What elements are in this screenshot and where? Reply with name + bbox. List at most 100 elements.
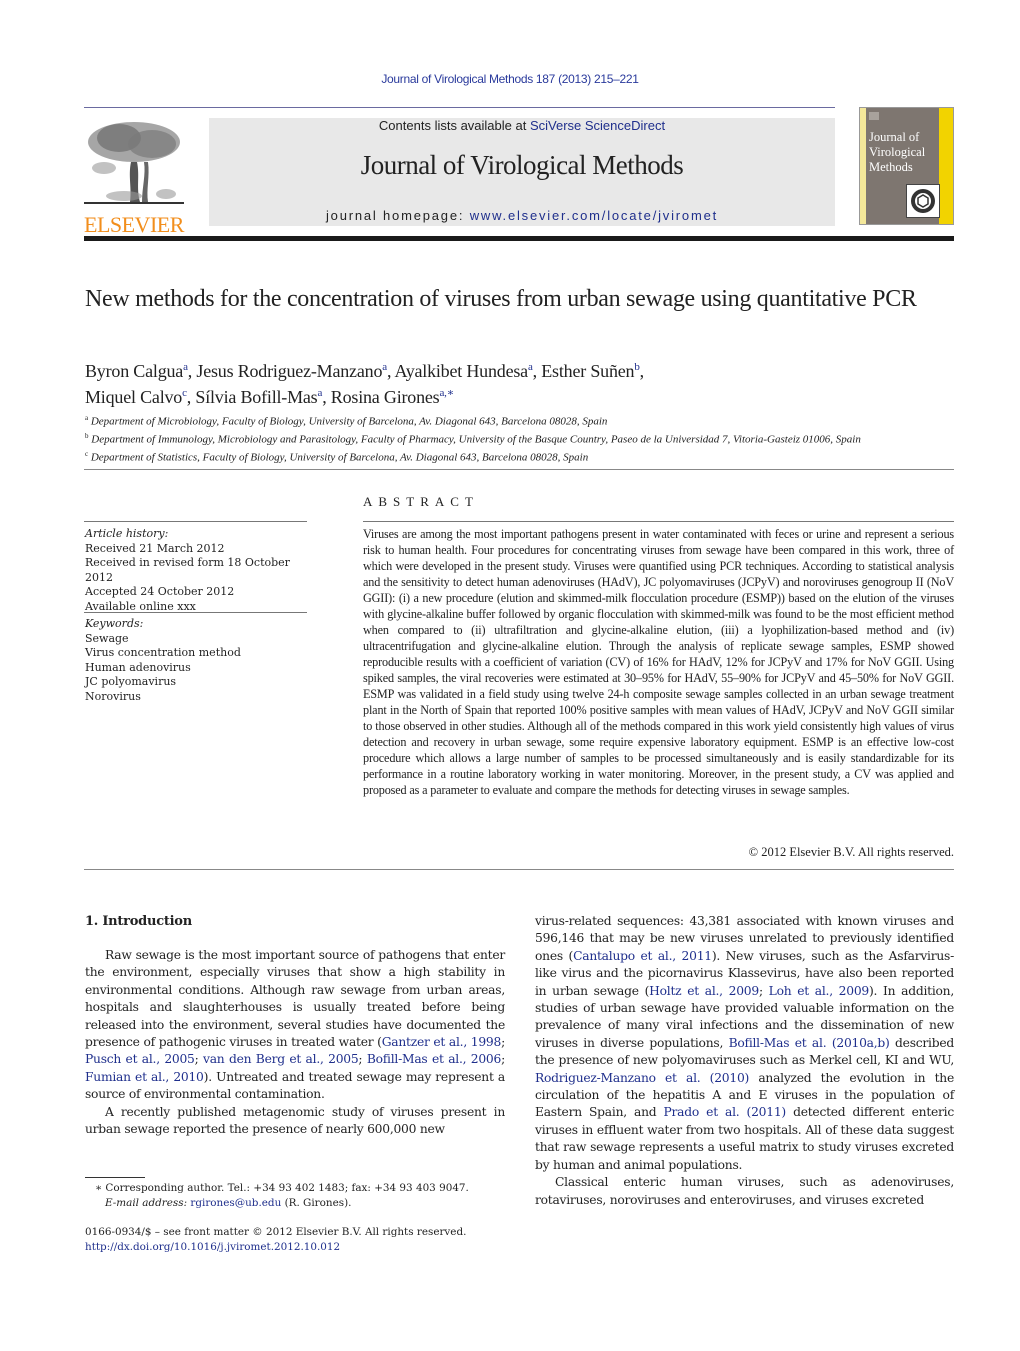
paragraph: virus-related sequences: 43,381 associat…: [535, 914, 954, 1172]
author-separator: ,: [639, 361, 645, 381]
author-name[interactable]: Ayalkibet Hundesa: [395, 361, 529, 381]
author[interactable]: Esther Suñenb: [541, 361, 640, 381]
divider: [84, 469, 954, 470]
abstract-text: Viruses are among the most important pat…: [363, 527, 954, 797]
affiliation-key: b: [85, 432, 89, 441]
history-item: Received in revised form 18 October 2012: [85, 556, 290, 584]
affiliation: b Department of Immunology, Microbiology…: [85, 429, 965, 447]
affiliation: c Department of Statistics, Faculty of B…: [85, 447, 965, 465]
citation-link[interactable]: Cantalupo et al., 2011: [573, 949, 712, 963]
contents-prefix: Contents lists available at: [378, 118, 530, 133]
cover-title: Journal of Virological Methods: [869, 130, 926, 174]
author-separator: ,: [322, 387, 331, 407]
author-separator: ,: [386, 361, 395, 381]
sciencedirect-link[interactable]: SciVerse ScienceDirect: [530, 118, 665, 133]
author-name[interactable]: Rosina Girones: [331, 387, 440, 407]
running-head-link[interactable]: Journal of Virological Methods 187 (2013…: [381, 72, 639, 86]
footnote-line: ∗ Corresponding author. Tel.: +34 93 402…: [85, 1181, 505, 1196]
author[interactable]: Sílvia Bofill-Masa: [195, 387, 322, 407]
header-thick-rule: [84, 236, 954, 241]
journal-title: Journal of Virological Methods: [360, 150, 684, 180]
paragraph-text: Raw sewage is the most important source …: [85, 948, 505, 1050]
author-list: Byron Calguaa, Jesus Rodriguez-Manzanoa,…: [85, 356, 945, 408]
email-label: E-mail address:: [105, 1197, 188, 1209]
author-name[interactable]: Jesus Rodriguez-Manzano: [196, 361, 382, 381]
section-heading: 1. Introduction: [85, 914, 192, 929]
legal-notice: 0166-0934/$ – see front matter © 2012 El…: [85, 1225, 505, 1255]
author[interactable]: Rosina Gironesa,∗: [331, 387, 454, 407]
footnote-email-line: E-mail address: rgirones@ub.edu (R. Giro…: [85, 1196, 505, 1211]
history-item: Accepted 24 October 2012: [85, 585, 235, 598]
paragraph: Raw sewage is the most important source …: [85, 948, 505, 1102]
paragraph: A recently published metagenomic study o…: [85, 1104, 505, 1137]
citation-link[interactable]: Bofill-Mas et al., 2006: [367, 1052, 502, 1066]
journal-banner: Contents lists available at SciVerse Sci…: [209, 118, 835, 226]
keyword: JC polyomavirus: [85, 675, 177, 688]
front-matter: 0166-0934/$ – see front matter © 2012 El…: [85, 1226, 467, 1238]
footnote-marker: ∗: [95, 1182, 103, 1194]
affiliation-text: Department of Microbiology, Faculty of B…: [90, 415, 608, 428]
author[interactable]: Ayalkibet Hundesaa: [395, 361, 533, 381]
citation-link[interactable]: Holtz et al., 2009: [649, 984, 759, 998]
citation-link[interactable]: Pusch et al., 2005: [85, 1052, 195, 1066]
keywords-label: Keywords:: [85, 617, 144, 630]
history-label: Article history:: [85, 527, 169, 540]
divider: [84, 612, 307, 613]
cover-stripe-left: [860, 108, 866, 224]
body-column-right: virus-related sequences: 43,381 associat…: [535, 913, 954, 1209]
cover-emblem-icon: [906, 184, 940, 218]
contents-line: Contents lists available at SciVerse Sci…: [209, 118, 835, 133]
affiliation-marker[interactable]: a,∗: [440, 387, 455, 399]
keyword: Virus concentration method: [85, 646, 241, 659]
divider: [84, 869, 954, 870]
author-name[interactable]: Byron Calgua: [85, 361, 183, 381]
citation-link[interactable]: Gantzer et al., 1998: [382, 1035, 502, 1049]
cover-publisher-mark-icon: [869, 112, 879, 120]
doi-link[interactable]: http://dx.doi.org/10.1016/j.jviromet.201…: [85, 1241, 340, 1253]
keyword: Sewage: [85, 631, 129, 645]
abstract-copyright: © 2012 Elsevier B.V. All rights reserved…: [748, 845, 954, 859]
corresponding-author-footnote: ∗ Corresponding author. Tel.: +34 93 402…: [85, 1181, 505, 1211]
footnote-rule: [85, 1177, 145, 1178]
author-name[interactable]: Esther Suñen: [541, 361, 634, 381]
author[interactable]: Jesus Rodriguez-Manzanoa: [196, 361, 387, 381]
elsevier-tree-icon: [84, 122, 184, 204]
journal-cover[interactable]: Journal of Virological Methods: [859, 107, 954, 225]
author-separator: ,: [532, 361, 542, 381]
author-name[interactable]: Sílvia Bofill-Mas: [195, 387, 317, 407]
citation-link[interactable]: Prado et al. (2011): [664, 1105, 787, 1119]
homepage-link[interactable]: www.elsevier.com/locate/jviromet: [470, 208, 718, 223]
body-column-left: 1. Introduction Raw sewage is the most i…: [85, 913, 505, 1138]
affiliation: a Department of Microbiology, Faculty of…: [85, 411, 965, 429]
author[interactable]: Miquel Calvoc: [85, 387, 187, 407]
citation-link[interactable]: van den Berg et al., 2005: [203, 1052, 359, 1066]
author-name[interactable]: Miquel Calvo: [85, 387, 182, 407]
affiliation-text: Department of Immunology, Microbiology a…: [91, 433, 861, 446]
keyword: Human adenovirus: [85, 660, 191, 674]
affiliation-text: Department of Statistics, Faculty of Bio…: [90, 451, 589, 464]
affiliation-key: c: [85, 450, 89, 459]
keyword: Norovirus: [85, 689, 141, 703]
history-item: Received 21 March 2012: [85, 541, 225, 555]
elsevier-logo[interactable]: ELSEVIER: [84, 118, 188, 236]
footnote-text: Corresponding author. Tel.: +34 93 402 1…: [105, 1182, 469, 1194]
article-history: Article history: Received 21 March 2012 …: [85, 527, 315, 614]
citation-link[interactable]: Rodriguez-Manzano et al. (2010): [535, 1071, 749, 1085]
citation-link[interactable]: Bofill-Mas et al. (2010a,b): [729, 1036, 890, 1050]
divider: [84, 521, 307, 522]
cover-stripe-right: [939, 108, 953, 224]
keywords: Keywords: Sewage Virus concentration met…: [85, 617, 315, 704]
running-head[interactable]: Journal of Virological Methods 187 (2013…: [0, 72, 1020, 86]
elsevier-wordmark: ELSEVIER: [84, 212, 184, 237]
affiliation-key: a: [85, 414, 89, 422]
paragraph: Classical enteric human viruses, such as…: [535, 1175, 954, 1207]
homepage-line: journal homepage: www.elsevier.com/locat…: [209, 208, 835, 223]
email-link[interactable]: rgirones@ub.edu: [190, 1197, 281, 1209]
article-title: New methods for the concentration of vir…: [85, 286, 917, 312]
author[interactable]: Byron Calguaa: [85, 361, 188, 381]
divider: [363, 521, 954, 522]
homepage-prefix: journal homepage:: [325, 208, 470, 223]
top-rule: [84, 107, 835, 108]
citation-link[interactable]: Loh et al., 2009: [769, 984, 870, 998]
citation-link[interactable]: Fumian et al., 2010: [85, 1070, 204, 1084]
